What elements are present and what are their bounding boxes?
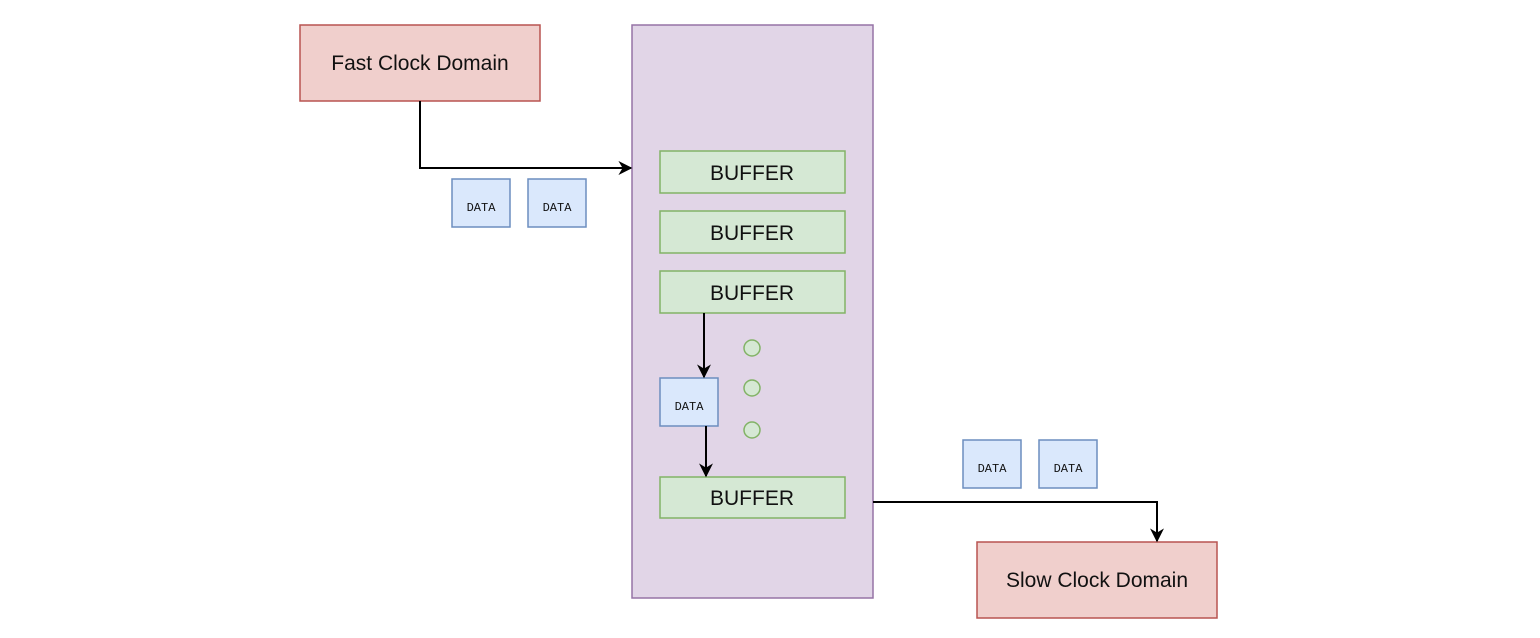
data-packet-label: DATA xyxy=(978,462,1008,476)
buffer-label: BUFFER xyxy=(710,222,794,245)
ellipsis-dot xyxy=(743,379,761,397)
buffer-node[interactable]: BUFFER xyxy=(659,270,846,314)
arrow-fifo-to-slow xyxy=(873,501,1164,543)
buffer-label: BUFFER xyxy=(710,487,794,510)
data-packet[interactable]: DATA xyxy=(659,377,719,427)
buffer-node[interactable]: BUFFER xyxy=(659,150,846,194)
buffer-node[interactable]: BUFFER xyxy=(659,476,846,519)
data-packet[interactable]: DATA xyxy=(451,178,511,228)
buffer-node[interactable]: BUFFER xyxy=(659,210,846,254)
fast-clock-domain-node[interactable]: Fast Clock Domain xyxy=(299,24,541,102)
data-packet[interactable]: DATA xyxy=(527,178,587,228)
buffer-label: BUFFER xyxy=(710,282,794,305)
data-packet[interactable]: DATA xyxy=(962,439,1022,489)
ellipsis-dot xyxy=(743,339,761,357)
fast-clock-domain-label: Fast Clock Domain xyxy=(331,52,508,75)
data-packet-label: DATA xyxy=(1054,462,1084,476)
data-packet-label: DATA xyxy=(543,201,573,215)
data-packet[interactable]: DATA xyxy=(1038,439,1098,489)
buffer-label: BUFFER xyxy=(710,162,794,185)
slow-clock-domain-label: Slow Clock Domain xyxy=(1006,569,1188,592)
data-packet-label: DATA xyxy=(467,201,497,215)
slow-clock-domain-node[interactable]: Slow Clock Domain xyxy=(976,541,1218,619)
ellipsis-dot xyxy=(743,421,761,439)
diagram-canvas: Fast Clock Domain BUFFER BUFFER BUFFER B… xyxy=(299,24,1218,619)
arrow-fast-to-fifo xyxy=(419,101,633,175)
data-packet-label: DATA xyxy=(675,400,705,414)
